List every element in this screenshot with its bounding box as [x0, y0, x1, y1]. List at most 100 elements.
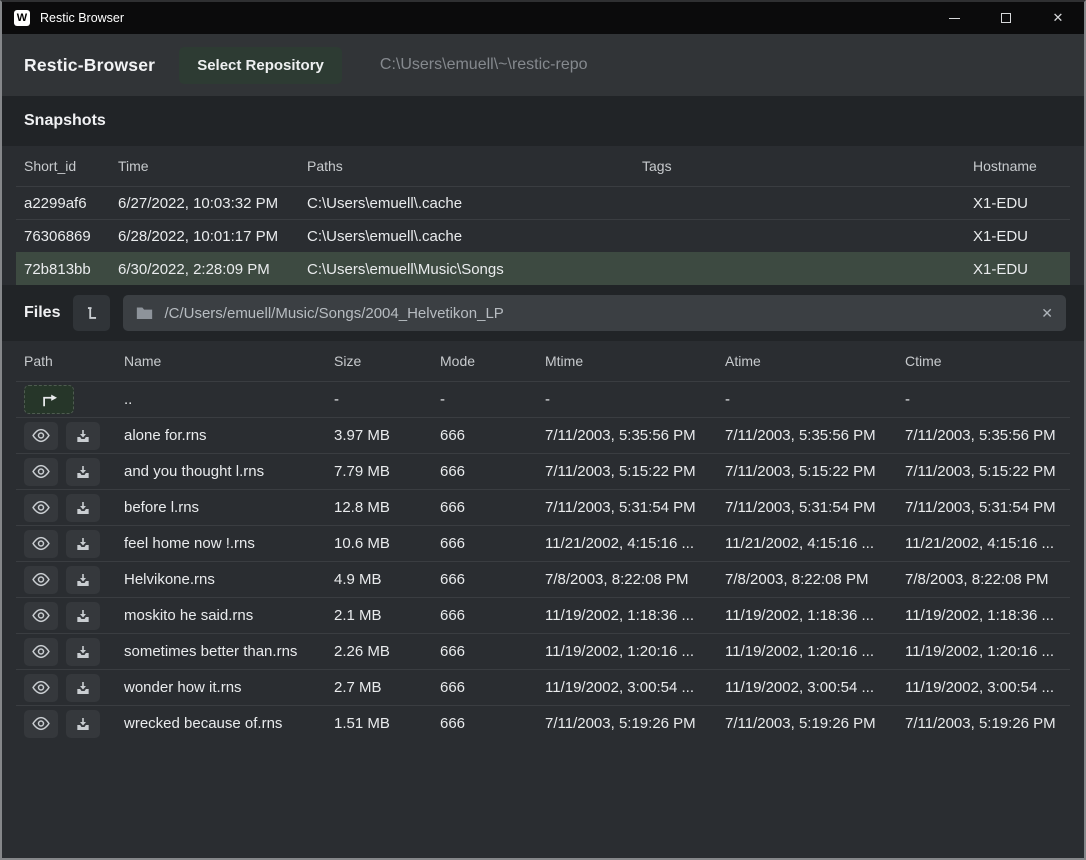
preview-file-button[interactable] [24, 494, 58, 522]
column-header-mode: Mode [440, 353, 545, 369]
column-header-time: Time [118, 158, 307, 174]
file-actions [24, 458, 124, 486]
files-table-header: Path Name Size Mode Mtime Atime Ctime [16, 341, 1070, 381]
file-row: alone for.rns3.97 MB6667/11/2003, 5:35:5… [16, 417, 1070, 453]
download-file-button[interactable] [66, 566, 100, 594]
column-header-short-id: Short_id [24, 158, 118, 174]
close-button[interactable]: ✕ [1032, 2, 1084, 34]
file-cell-mtime: 11/19/2002, 3:00:54 ... [545, 679, 725, 696]
snapshot-row[interactable]: 763068696/28/2022, 10:01:17 PMC:\Users\e… [16, 219, 1070, 252]
column-header-path: Path [24, 353, 124, 369]
eye-icon [31, 716, 51, 731]
select-repository-button[interactable]: Select Repository [179, 47, 342, 84]
maximize-button[interactable] [980, 2, 1032, 34]
repository-path: C:\Users\emuell\~\restic-repo [380, 56, 588, 74]
download-file-button[interactable] [66, 710, 100, 738]
snapshot-cell-short_id: a2299af6 [24, 195, 118, 212]
file-cell-atime: 7/11/2003, 5:19:26 PM [725, 715, 905, 732]
preview-file-button[interactable] [24, 422, 58, 450]
parent-dir-mtime: - [545, 391, 725, 408]
file-cell-name: moskito he said.rns [124, 607, 334, 624]
content-background [2, 741, 1084, 858]
file-path-text: /C/Users/emuell/Music/Songs/2004_Helveti… [164, 305, 503, 322]
tree-icon [83, 304, 101, 322]
snapshots-table-body: a2299af66/27/2022, 10:03:32 PMC:\Users\e… [2, 186, 1084, 285]
download-file-button[interactable] [66, 530, 100, 558]
file-cell-mode: 666 [440, 571, 545, 588]
snapshot-row[interactable]: 72b813bb6/30/2022, 2:28:09 PMC:\Users\em… [16, 252, 1070, 285]
download-icon [75, 536, 91, 552]
file-cell-mtime: 7/11/2003, 5:35:56 PM [545, 427, 725, 444]
download-icon [75, 500, 91, 516]
file-cell-mode: 666 [440, 499, 545, 516]
file-cell-ctime: 11/19/2002, 1:18:36 ... [905, 607, 1070, 624]
app-window: W Restic Browser ✕ Restic-Browser Select… [0, 0, 1086, 860]
preview-file-button[interactable] [24, 458, 58, 486]
eye-icon [31, 464, 51, 479]
eye-icon [31, 644, 51, 659]
preview-file-button[interactable] [24, 566, 58, 594]
file-cell-ctime: 7/11/2003, 5:35:56 PM [905, 427, 1070, 444]
snapshot-cell-hostname: X1-EDU [973, 195, 1070, 212]
minimize-icon [949, 18, 960, 19]
column-header-paths: Paths [307, 158, 642, 174]
file-cell-size: 1.51 MB [334, 715, 440, 732]
column-header-name: Name [124, 353, 334, 369]
file-cell-atime: 7/11/2003, 5:35:56 PM [725, 427, 905, 444]
snapshot-row[interactable]: a2299af66/27/2022, 10:03:32 PMC:\Users\e… [16, 186, 1070, 219]
file-cell-mtime: 11/19/2002, 1:18:36 ... [545, 607, 725, 624]
preview-file-button[interactable] [24, 710, 58, 738]
file-cell-name: wrecked because of.rns [124, 715, 334, 732]
navigate-up-button[interactable] [24, 385, 74, 414]
file-row: before l.rns12.8 MB6667/11/2003, 5:31:54… [16, 489, 1070, 525]
column-header-mtime: Mtime [545, 353, 725, 369]
file-cell-mode: 666 [440, 535, 545, 552]
file-cell-ctime: 11/19/2002, 1:20:16 ... [905, 643, 1070, 660]
file-cell-atime: 11/19/2002, 3:00:54 ... [725, 679, 905, 696]
download-file-button[interactable] [66, 458, 100, 486]
up-right-arrow-icon [38, 392, 60, 408]
download-file-button[interactable] [66, 674, 100, 702]
file-cell-atime: 7/8/2003, 8:22:08 PM [725, 571, 905, 588]
parent-dir-ctime: - [905, 391, 1070, 408]
preview-file-button[interactable] [24, 602, 58, 630]
column-header-size: Size [334, 353, 440, 369]
file-cell-mode: 666 [440, 715, 545, 732]
preview-file-button[interactable] [24, 674, 58, 702]
file-cell-atime: 11/21/2002, 4:15:16 ... [725, 535, 905, 552]
file-cell-size: 4.9 MB [334, 571, 440, 588]
download-file-button[interactable] [66, 422, 100, 450]
tree-view-toggle-button[interactable] [73, 295, 110, 331]
file-cell-ctime: 7/11/2003, 5:31:54 PM [905, 499, 1070, 516]
minimize-button[interactable] [928, 2, 980, 34]
eye-icon [31, 536, 51, 551]
file-cell-name: before l.rns [124, 499, 334, 516]
parent-dir-atime: - [725, 391, 905, 408]
download-icon [75, 608, 91, 624]
preview-file-button[interactable] [24, 638, 58, 666]
file-cell-name: feel home now !.rns [124, 535, 334, 552]
file-cell-name: and you thought l.rns [124, 463, 334, 480]
download-file-button[interactable] [66, 602, 100, 630]
file-actions [24, 530, 124, 558]
snapshot-cell-paths: C:\Users\emuell\.cache [307, 195, 642, 212]
app-header: Restic-Browser Select Repository C:\User… [2, 34, 1084, 96]
file-cell-size: 2.1 MB [334, 607, 440, 624]
file-path-bar[interactable]: /C/Users/emuell/Music/Songs/2004_Helveti… [123, 295, 1066, 331]
parent-dir-actions [24, 385, 124, 414]
eye-icon [31, 572, 51, 587]
download-file-button[interactable] [66, 638, 100, 666]
file-cell-mode: 666 [440, 463, 545, 480]
file-cell-ctime: 7/11/2003, 5:19:26 PM [905, 715, 1070, 732]
download-icon [75, 716, 91, 732]
column-header-hostname: Hostname [973, 158, 1070, 174]
download-file-button[interactable] [66, 494, 100, 522]
file-cell-mode: 666 [440, 427, 545, 444]
preview-file-button[interactable] [24, 530, 58, 558]
snapshots-heading: Snapshots [24, 112, 106, 130]
file-cell-size: 3.97 MB [334, 427, 440, 444]
file-actions [24, 494, 124, 522]
parent-dir-row: .. - - - - - [16, 381, 1070, 417]
files-table: Path Name Size Mode Mtime Atime Ctime ..… [2, 341, 1084, 741]
clear-path-icon[interactable]: ✕ [1031, 305, 1053, 322]
